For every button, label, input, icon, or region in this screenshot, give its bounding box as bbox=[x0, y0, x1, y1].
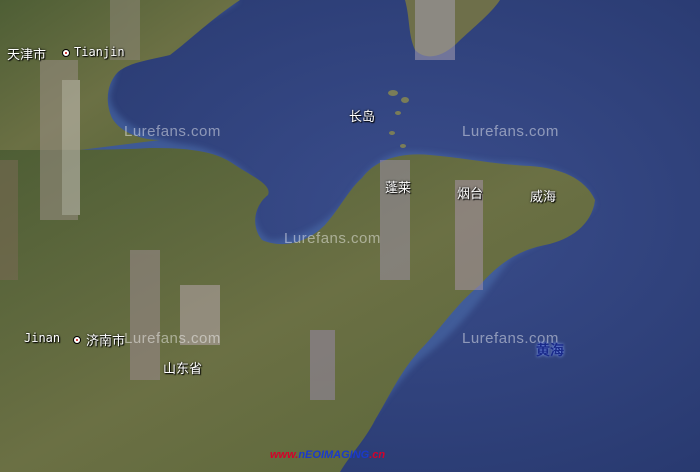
tianjin-label-zh: 天津市 bbox=[7, 48, 47, 63]
watermark: Lurefans.com bbox=[124, 330, 221, 347]
province-label: 山东省 bbox=[163, 362, 203, 377]
tianjin-label-en: Tianjin bbox=[74, 45, 125, 59]
watermark: Lurefans.com bbox=[284, 230, 381, 247]
penglai-label: 蓬莱 bbox=[385, 181, 412, 196]
jinan-label-en: Jinan bbox=[24, 331, 61, 345]
credit-link[interactable]: www.nEOIMAGING.cn bbox=[270, 449, 385, 461]
watermark: Lurefans.com bbox=[124, 123, 221, 140]
weihai-label: 威海 bbox=[530, 190, 557, 205]
changdao-label: 长岛 bbox=[349, 110, 376, 125]
yantai-label: 烟台 bbox=[457, 187, 484, 202]
yellow-sea-label: 黄海 bbox=[536, 343, 564, 359]
watermark: Lurefans.com bbox=[462, 123, 559, 140]
jinan-label-zh: 济南市 bbox=[86, 334, 126, 349]
